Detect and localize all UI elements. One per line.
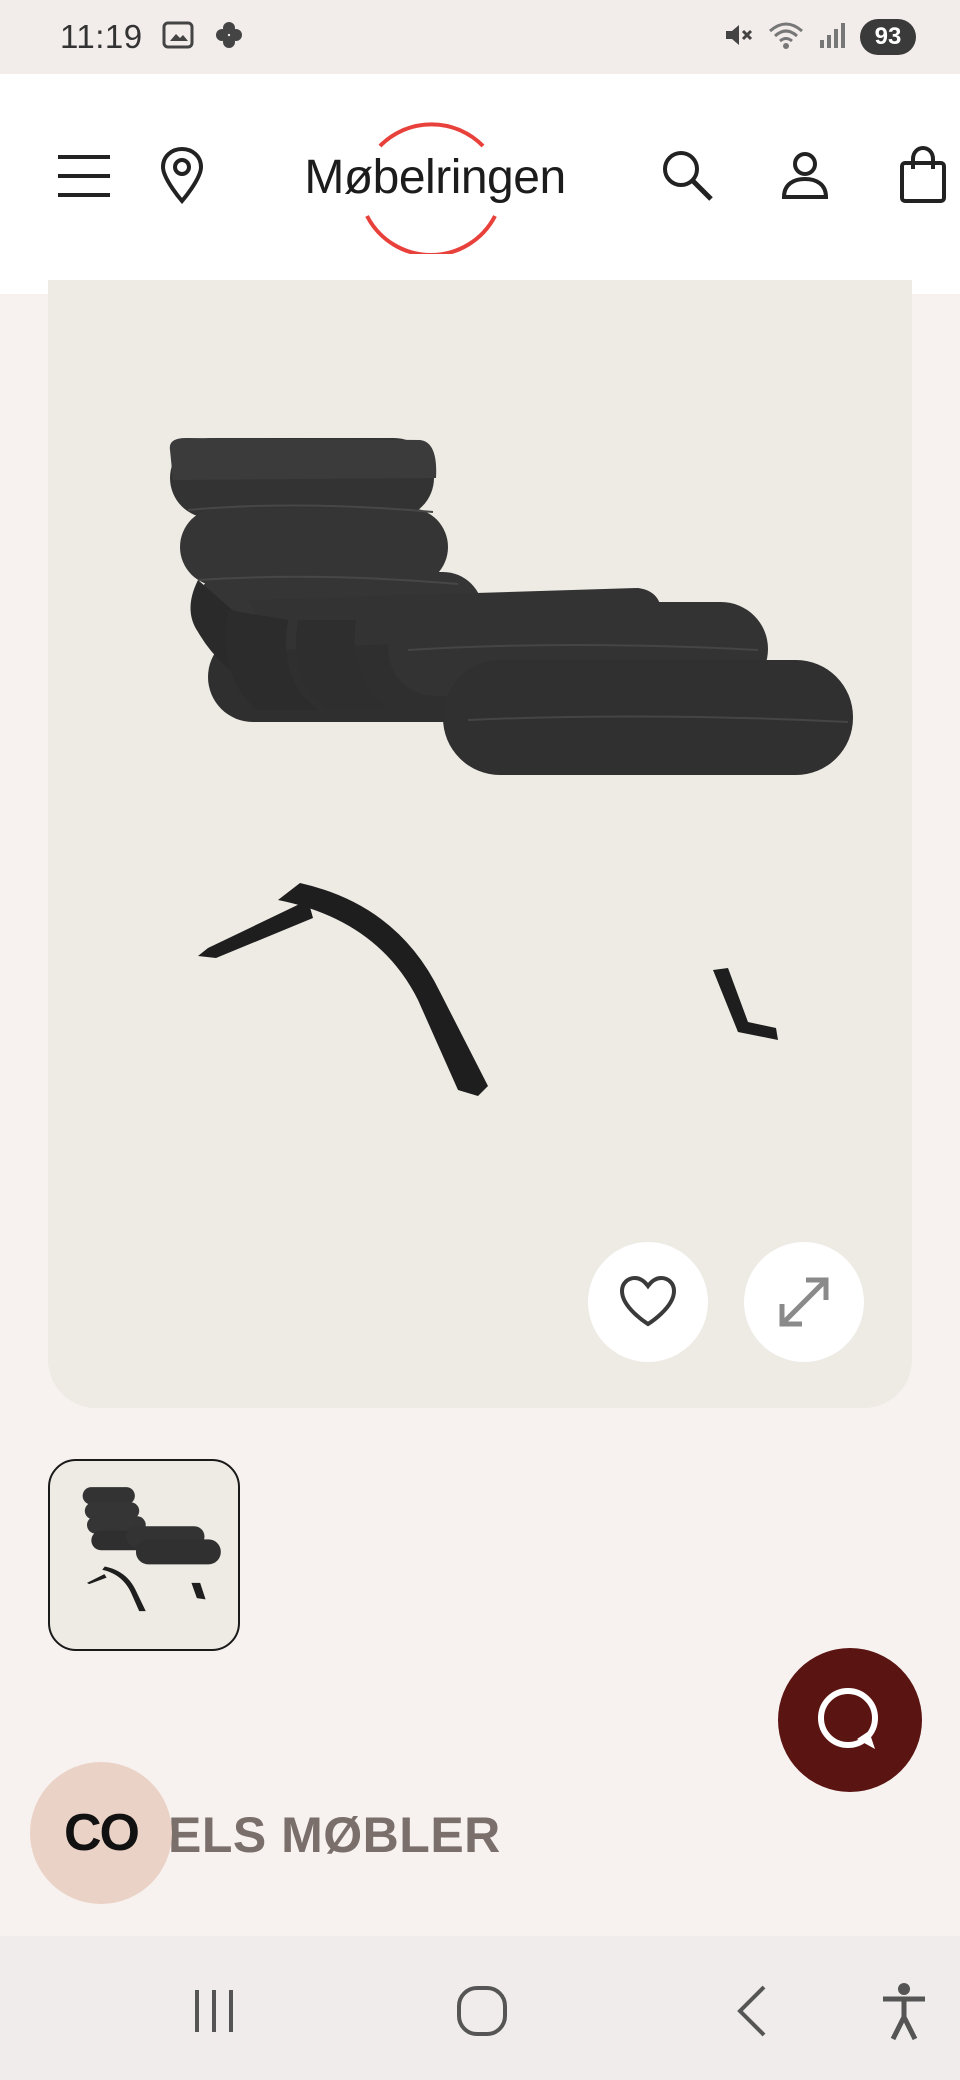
co-badge-button[interactable]: CO <box>30 1762 172 1904</box>
product-image <box>169 438 853 1096</box>
co-badge-text: CO <box>64 1804 140 1862</box>
site-header: Møbelringen <box>0 74 960 294</box>
brand-heading: ELS MØBLER <box>168 1807 501 1863</box>
screenshot-icon <box>161 20 195 55</box>
expand-icon <box>779 1277 829 1327</box>
system-nav-bar <box>0 1936 960 2080</box>
recent-apps-icon[interactable] <box>174 1976 254 2046</box>
battery-indicator: 93 <box>860 19 916 55</box>
chat-bubble-icon <box>818 1688 878 1749</box>
account-icon[interactable] <box>772 142 838 208</box>
signal-icon <box>818 20 848 55</box>
location-pin-icon[interactable] <box>150 140 214 210</box>
menu-icon[interactable] <box>52 144 116 208</box>
shopping-bag-icon[interactable] <box>890 140 956 210</box>
home-icon[interactable] <box>442 1976 522 2046</box>
logo-text: Møbelringen <box>304 151 566 204</box>
search-icon[interactable] <box>654 142 720 208</box>
product-image-panel[interactable] <box>48 280 912 1408</box>
favorite-heart-icon <box>619 1275 677 1327</box>
back-icon[interactable] <box>712 1976 792 2046</box>
mute-icon <box>722 19 754 56</box>
favorite-button[interactable] <box>588 1242 708 1362</box>
status-time: 11:19 <box>60 18 143 55</box>
brand-logo[interactable]: Møbelringen <box>285 104 585 254</box>
wifi-icon <box>766 19 806 56</box>
thumbnail-image <box>82 1487 221 1612</box>
accessibility-icon[interactable] <box>864 1976 944 2046</box>
chat-button[interactable] <box>778 1648 922 1792</box>
expand-image-button[interactable] <box>744 1242 864 1362</box>
product-thumbnail[interactable] <box>48 1459 240 1651</box>
status-bar: 11:19 93 <box>0 0 960 74</box>
pinwheel-icon <box>213 19 245 56</box>
